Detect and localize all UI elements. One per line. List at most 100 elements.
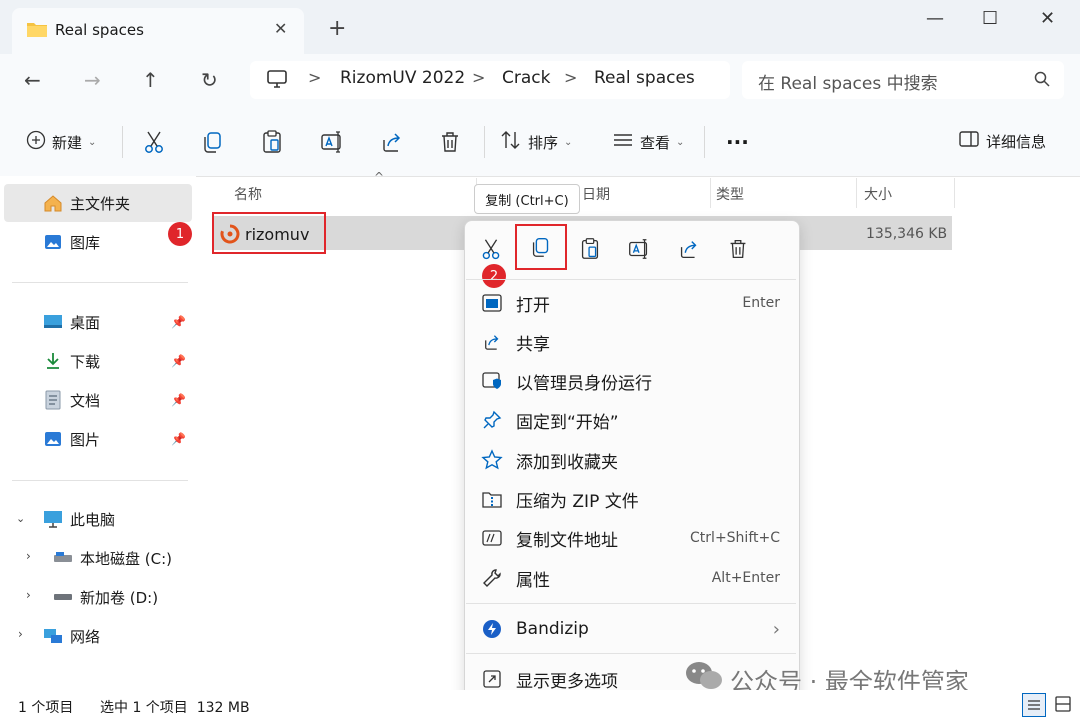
menu-delete-button[interactable] <box>725 236 751 266</box>
delete-button[interactable] <box>436 128 466 158</box>
rizomuv-app-icon <box>220 224 240 248</box>
chevron-right-icon: › <box>772 618 780 640</box>
tab-real-spaces[interactable]: Real spaces ✕ <box>12 8 304 54</box>
new-tab-button[interactable]: + <box>328 18 346 40</box>
menu-item-run-as-admin[interactable]: 以管理员身份运行 <box>480 362 790 400</box>
maximize-button[interactable]: ☐ <box>982 8 998 29</box>
column-header-size[interactable]: 大小 <box>864 184 892 204</box>
sidebar-item-this-pc[interactable]: ⌄ 此电脑 <box>4 500 192 538</box>
pin-icon[interactable]: 📌 <box>171 354 186 368</box>
menu-item-shortcut: Enter <box>742 295 780 311</box>
share-button[interactable] <box>378 128 408 158</box>
menu-item-compress-zip[interactable]: 压缩为 ZIP 文件 <box>480 480 790 518</box>
pin-icon <box>480 408 504 432</box>
column-divider <box>856 178 857 208</box>
sidebar-item-downloads[interactable]: 下载 📌 <box>4 342 192 380</box>
menu-item-shortcut: Alt+Enter <box>711 570 780 586</box>
sidebar-item-home[interactable]: 主文件夹 <box>4 184 192 222</box>
share-icon <box>480 330 504 354</box>
file-size: 135,346 KB <box>866 226 948 242</box>
sidebar-label: 新加卷 (D:) <box>80 588 159 607</box>
menu-paste-button[interactable] <box>577 236 603 266</box>
tiles-view-button[interactable] <box>1052 693 1074 715</box>
copy-path-icon <box>480 526 504 550</box>
sidebar-item-pictures[interactable]: 图片 📌 <box>4 420 192 458</box>
view-icon <box>612 130 634 154</box>
back-button[interactable]: ← <box>24 68 41 92</box>
computer-icon <box>42 508 64 530</box>
sidebar-item-desktop[interactable]: 桌面 📌 <box>4 303 192 341</box>
trash-icon <box>442 132 458 152</box>
column-divider <box>710 178 711 208</box>
status-selection: 选中 1 个项目 132 MB <box>100 700 250 716</box>
menu-copy-button[interactable] <box>515 224 567 270</box>
file-name[interactable]: rizomuv <box>245 225 309 244</box>
menu-divider <box>466 279 796 280</box>
column-header-date[interactable]: 日期 <box>582 184 610 204</box>
breadcrumb-rizomuv[interactable]: RizomUV 2022 <box>340 68 465 88</box>
sidebar-item-drive-d[interactable]: › 新加卷 (D:) <box>14 578 202 616</box>
menu-item-label: 以管理员身份运行 <box>516 373 652 394</box>
copy-button[interactable] <box>199 128 229 158</box>
column-header-type[interactable]: 类型 <box>716 184 744 204</box>
menu-item-label: 复制文件地址 <box>516 530 618 551</box>
chevron-right-icon[interactable]: › <box>18 627 23 641</box>
breadcrumb-real-spaces[interactable]: Real spaces <box>594 68 695 88</box>
view-button[interactable]: 查看 ⌄ <box>612 130 684 154</box>
breadcrumb-crack[interactable]: Crack <box>502 68 550 88</box>
up-button[interactable]: ↑ <box>142 68 159 92</box>
rename-icon <box>321 131 341 153</box>
cut-button[interactable] <box>140 128 170 158</box>
breadcrumb-separator: > <box>308 68 322 87</box>
sidebar-item-documents[interactable]: 文档 📌 <box>4 381 192 419</box>
search-input[interactable]: 在 Real spaces 中搜索 <box>742 61 1064 99</box>
list-view-icon <box>1028 700 1040 710</box>
menu-item-label: 固定到“开始” <box>516 412 619 433</box>
close-tab-icon[interactable]: ✕ <box>274 19 287 38</box>
pin-icon[interactable]: 📌 <box>171 393 186 407</box>
details-view-button[interactable] <box>1022 693 1046 717</box>
paste-button[interactable] <box>258 128 288 158</box>
sidebar-item-drive-c[interactable]: › 本地磁盘 (C:) <box>14 539 202 577</box>
close-window-button[interactable]: ✕ <box>1040 8 1055 29</box>
rename-button[interactable] <box>318 128 348 158</box>
menu-item-shortcut: Ctrl+Shift+C <box>690 530 780 546</box>
menu-share-button[interactable] <box>676 236 702 266</box>
menu-rename-button[interactable] <box>626 236 652 266</box>
clipboard-icon <box>263 130 281 153</box>
column-header-name[interactable]: 名称 <box>234 184 262 204</box>
divider <box>704 126 705 158</box>
pin-icon[interactable]: 📌 <box>171 315 186 329</box>
menu-item-copy-path[interactable]: 复制文件地址 Ctrl+Shift+C <box>480 519 790 557</box>
menu-item-share[interactable]: 共享 <box>480 323 790 361</box>
menu-divider <box>466 653 796 654</box>
menu-divider <box>466 603 796 604</box>
sidebar-label: 图片 <box>70 430 101 449</box>
menu-item-add-favorite[interactable]: 添加到收藏夹 <box>480 441 790 479</box>
share-icon <box>680 241 697 259</box>
menu-item-pin-to-start[interactable]: 固定到“开始” <box>480 401 790 439</box>
menu-item-open[interactable]: 打开 Enter <box>480 284 790 322</box>
sidebar-label: 本地磁盘 (C:) <box>80 549 172 568</box>
chevron-right-icon[interactable]: › <box>26 549 31 563</box>
chevron-right-icon[interactable]: › <box>26 588 31 602</box>
view-label: 查看 <box>640 133 671 152</box>
sidebar-item-network[interactable]: › 网络 <box>4 617 192 655</box>
chevron-down-icon[interactable]: ⌄ <box>16 512 25 525</box>
menu-item-label: 显示更多选项 <box>516 671 618 692</box>
new-button[interactable]: 新建 ⌄ <box>26 130 96 154</box>
minimize-button[interactable]: — <box>926 8 944 29</box>
menu-cut-button[interactable] <box>478 236 504 266</box>
refresh-button[interactable]: ↻ <box>201 68 218 92</box>
menu-item-bandizip[interactable]: Bandizip › <box>480 610 790 648</box>
sort-button[interactable]: 排序 ⌄ <box>500 130 572 154</box>
menu-item-properties[interactable]: 属性 Alt+Enter <box>480 559 790 597</box>
menu-item-label: 添加到收藏夹 <box>516 452 618 473</box>
clipboard-icon <box>581 238 599 259</box>
more-options-button[interactable]: ··· <box>726 130 749 154</box>
copy-icon <box>204 132 221 153</box>
pin-icon[interactable]: 📌 <box>171 432 186 446</box>
sidebar-item-gallery[interactable]: 图库 <box>4 223 192 261</box>
details-button[interactable]: 详细信息 <box>958 130 1046 152</box>
forward-button[interactable]: → <box>84 68 101 92</box>
